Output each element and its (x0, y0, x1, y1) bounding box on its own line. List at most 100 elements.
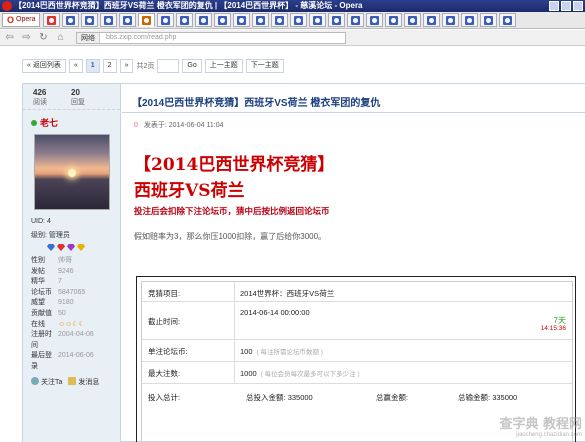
unit-label: 单注论坛币: (148, 347, 188, 356)
maximize-icon[interactable] (561, 1, 571, 11)
online-status-icon (31, 119, 37, 126)
browser-tab[interactable] (157, 13, 175, 27)
tab-bar: O Opera (0, 12, 585, 29)
user-field-label: 注册时间 (31, 331, 52, 349)
post-body: 【2014巴西世界杯竞猜】西班牙VS荷兰 橙衣军团的复仇 0 发表于: 2014… (122, 84, 585, 442)
browser-tab[interactable] (290, 13, 308, 27)
user-field-row: 论坛币 5847065 (31, 288, 120, 299)
reload-icon[interactable]: ↻ (38, 32, 49, 43)
browser-tab[interactable] (81, 13, 99, 27)
follow-button[interactable]: 关注Ta (31, 376, 63, 387)
unit-row: 单注论坛币: 100( 每注所需论坛币数额 ) (142, 340, 572, 362)
browser-tab[interactable] (100, 13, 118, 27)
user-field-row: 注册时间 2004-04-06 (31, 330, 120, 351)
browser-tab[interactable] (461, 13, 479, 27)
prev-topic-button[interactable]: 上一主题 (204, 59, 243, 73)
user-field-label: 发帖 (31, 267, 45, 275)
replies-stat: 20 回复 (71, 88, 85, 109)
headline-2: 西班牙VS荷兰 (134, 181, 245, 201)
purple-gem-icon (67, 244, 75, 251)
max-row: 最大注数: 1000( 每位会员每次最多可以下多少注 ) (142, 362, 572, 384)
browser-tab[interactable] (404, 13, 422, 27)
browser-tab[interactable] (195, 13, 213, 27)
browser-tab[interactable] (328, 13, 346, 27)
blue-favicon-icon (351, 15, 361, 25)
max-label: 最大注数: (148, 369, 181, 378)
browser-tab[interactable] (366, 13, 384, 27)
page-jump-input[interactable] (157, 59, 180, 73)
prev-page-button[interactable]: « (68, 59, 83, 73)
browser-tab[interactable] (347, 13, 365, 27)
max-value: 1000 (240, 369, 257, 378)
blue-favicon-icon (123, 15, 133, 25)
back-to-list-button[interactable]: « 返回列表 (22, 59, 66, 73)
online-row-wrap: 在线 ☺☺☾☾ (23, 320, 120, 331)
gold-gem-icon (77, 244, 85, 251)
watermark-url: jiaocheng.chazidian.com (516, 432, 582, 438)
next-page-button[interactable]: » (119, 59, 134, 73)
next-topic-button[interactable]: 下一主题 (245, 59, 284, 73)
minimize-icon[interactable] (549, 1, 559, 11)
blue-favicon-icon (256, 15, 266, 25)
online-level-icons: ☺☺☾☾ (58, 320, 85, 328)
browser-tab[interactable] (385, 13, 403, 27)
user-field-value: 50 (58, 309, 66, 317)
opera-logo-icon (2, 1, 12, 11)
blue-favicon-icon (484, 15, 494, 25)
user-field-value: 2014-06-06 (58, 352, 94, 360)
home-icon[interactable]: ⌂ (55, 32, 66, 43)
blue-favicon-icon (503, 15, 513, 25)
browser-tab[interactable] (233, 13, 251, 27)
user-field-row: 最后登录 2014-06-06 (31, 351, 120, 372)
browser-tab[interactable] (480, 13, 498, 27)
user-field-label: 威望 (31, 299, 45, 307)
browser-tab[interactable] (119, 13, 137, 27)
username[interactable]: 老七 (23, 110, 120, 129)
browser-tab[interactable] (176, 13, 194, 27)
opera-menu-button[interactable]: O Opera (2, 13, 41, 27)
browser-tab[interactable] (309, 13, 327, 27)
odds-note: 假如赔率为3，那么你压1000扣除，赢了后给你3000。 (134, 232, 327, 241)
browser-tab[interactable] (423, 13, 441, 27)
total-label: 投入总计: (148, 393, 181, 402)
blue-favicon-icon (85, 15, 95, 25)
watermark-title: 查字典 教程网 (499, 417, 582, 432)
user-field-value: 7 (58, 278, 62, 286)
watermark: 查字典 教程网 jiaocheng.chazidian.com (499, 413, 582, 438)
tab-list (43, 13, 518, 27)
rank-medals (23, 240, 120, 251)
address-security-label: 网络 (77, 32, 100, 43)
browser-tab[interactable] (214, 13, 232, 27)
browser-tab[interactable] (442, 13, 460, 27)
go-button[interactable]: Go (182, 59, 202, 73)
pagination: « 返回列表 « 1 2 » 共2页 Go 上一主题 下一主题 (22, 59, 284, 73)
browser-tab[interactable] (138, 13, 156, 27)
browser-tab[interactable] (62, 13, 80, 27)
blue-favicon-icon (275, 15, 285, 25)
countdown-time: 14:15:36 (540, 325, 566, 332)
page-1-button[interactable]: 1 (85, 59, 100, 73)
total-row: 投入总计: 总投入金额: 335000 总赢金额: 总输金额: 335000 (142, 384, 572, 414)
bet-rule-text: 投注后会扣除下注论坛币，猜中后按比例返回论坛币 (134, 206, 330, 216)
close-icon[interactable] (573, 1, 583, 11)
url-field[interactable]: 网络 bbs.zxip.com/read.php (76, 31, 346, 44)
online-row: 在线 ☺☺☾☾ (31, 320, 120, 331)
browser-tab[interactable] (252, 13, 270, 27)
online-label: 在线 (31, 320, 45, 328)
browser-tab[interactable] (271, 13, 289, 27)
browser-tab[interactable] (499, 13, 517, 27)
forward-arrow-icon[interactable]: ⇨ (21, 32, 32, 43)
blue-gem-icon (47, 244, 55, 251)
divider (122, 112, 585, 113)
total-amount: 总赢金额: (376, 392, 408, 403)
back-arrow-icon[interactable]: ⇦ (4, 32, 15, 43)
username-text: 老七 (40, 118, 59, 128)
page-2-button[interactable]: 2 (102, 59, 117, 73)
message-button[interactable]: 发消息 (68, 376, 99, 387)
blue-favicon-icon (199, 15, 209, 25)
follow-label: 关注Ta (41, 378, 63, 386)
browser-tab[interactable] (43, 13, 61, 27)
deadline-value: 2014-06-14 00:00:00 (240, 308, 310, 317)
user-field-value: 9180 (58, 299, 74, 307)
avatar[interactable] (34, 134, 110, 210)
